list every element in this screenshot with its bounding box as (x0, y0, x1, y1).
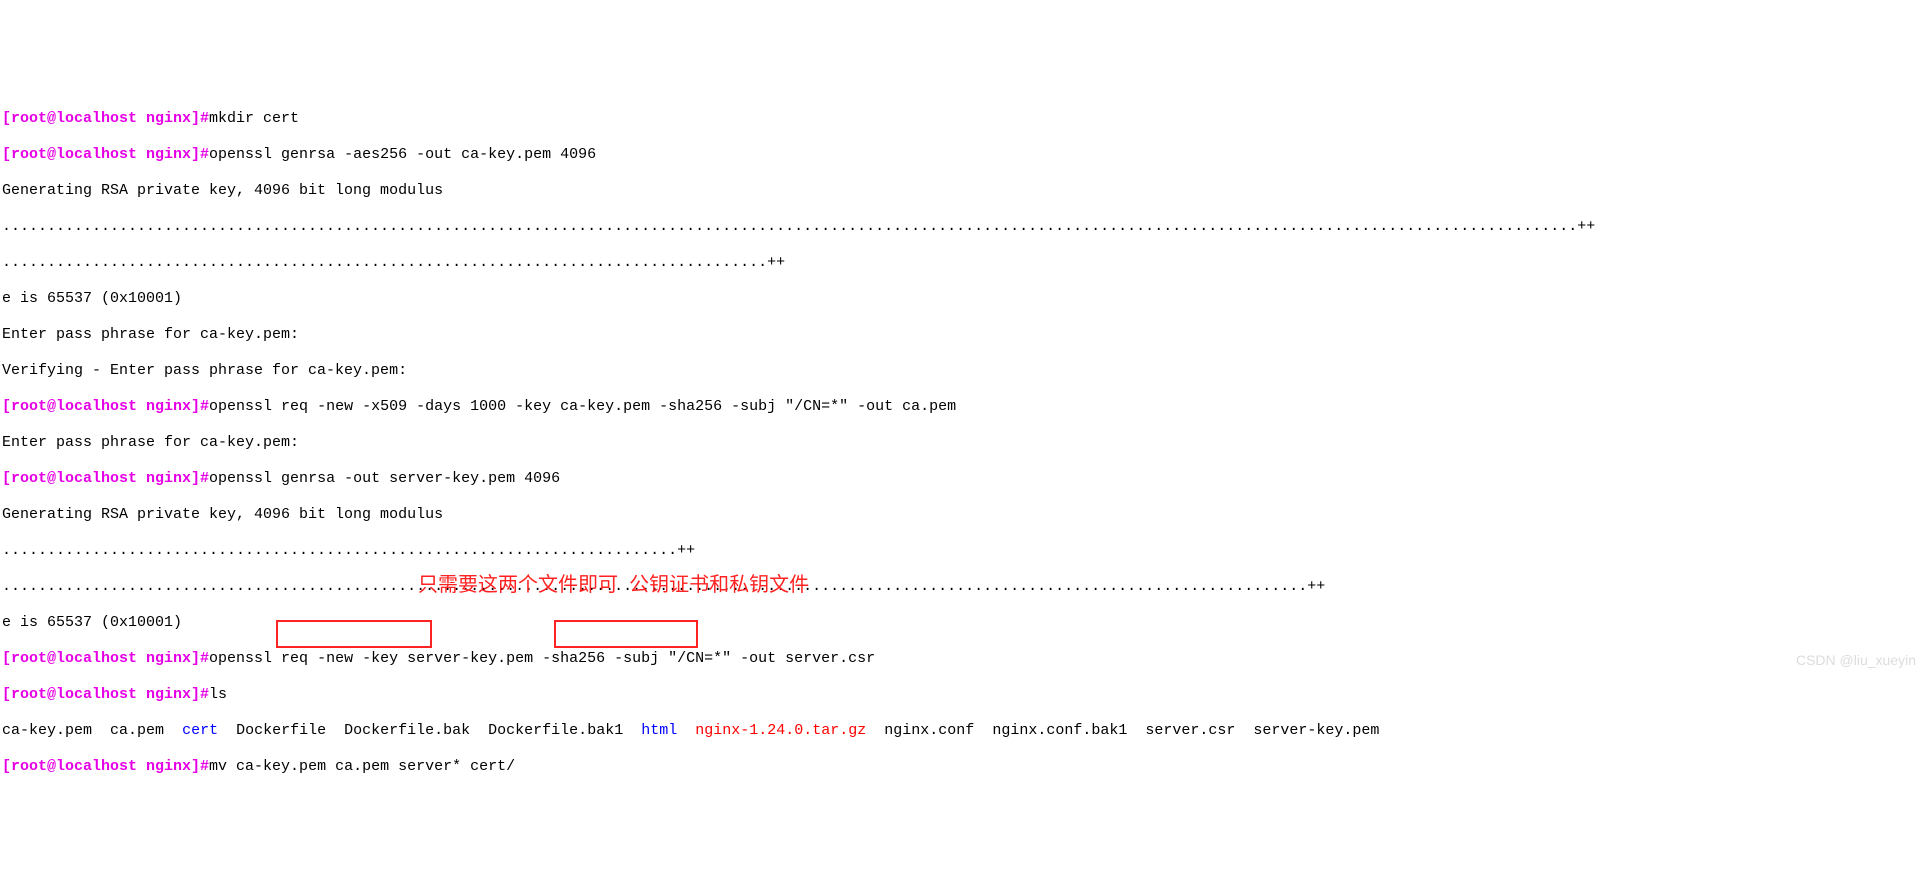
directory: html (641, 722, 677, 739)
command-text: openssl genrsa -aes256 -out ca-key.pem 4… (209, 146, 596, 163)
file: Dockerfile.bak1 (488, 722, 623, 739)
output-line: e is 65537 (0x10001) (2, 290, 1928, 308)
terminal-screenshot: [root@localhost nginx]#mkdir cert [root@… (0, 90, 1930, 784)
shell-prompt: [root@localhost nginx]# (2, 146, 209, 163)
terminal-line: [root@localhost nginx]#openssl genrsa -o… (2, 470, 1928, 488)
shell-prompt: [root@localhost nginx]# (2, 686, 209, 703)
output-line: ........................................… (2, 218, 1928, 236)
shell-prompt: [root@localhost nginx]# (2, 470, 209, 487)
file: server.csr (1145, 722, 1235, 739)
output-line: Verifying - Enter pass phrase for ca-key… (2, 362, 1928, 380)
file: server-key.pem (1253, 722, 1379, 739)
shell-prompt: [root@localhost nginx]# (2, 398, 209, 415)
command-text: mv ca-key.pem ca.pem server* cert/ (209, 758, 515, 775)
archive: nginx-1.24.0.tar.gz (695, 722, 866, 739)
command-text: mkdir cert (209, 110, 299, 127)
output-line: ........................................… (2, 542, 1928, 560)
terminal-line: [root@localhost nginx]#openssl genrsa -a… (2, 146, 1928, 164)
file: nginx.conf (884, 722, 974, 739)
terminal-line: [root@localhost nginx]#openssl req -new … (2, 650, 1928, 668)
watermark: CSDN @liu_xueyin (1796, 651, 1916, 669)
file: ca.pem (110, 722, 164, 739)
command-text: ls (209, 686, 227, 703)
output-line: Enter pass phrase for ca-key.pem: (2, 434, 1928, 452)
file: Dockerfile.bak (344, 722, 470, 739)
output-line: ........................................… (2, 254, 1928, 272)
annotation-text: 只需要这两个文件即可 公钥证书和私钥文件 (418, 576, 809, 594)
file: nginx.conf.bak1 (992, 722, 1127, 739)
output-line: e is 65537 (0x10001) (2, 614, 1928, 632)
terminal-line: [root@localhost nginx]#mv ca-key.pem ca.… (2, 758, 1928, 776)
output-line: Generating RSA private key, 4096 bit lon… (2, 506, 1928, 524)
command-text: openssl genrsa -out server-key.pem 4096 (209, 470, 560, 487)
terminal-line: [root@localhost nginx]#ls (2, 686, 1928, 704)
command-text: openssl req -new -x509 -days 1000 -key c… (209, 398, 956, 415)
output-line: ........................................… (2, 578, 1928, 596)
output-line: Enter pass phrase for ca-key.pem: (2, 326, 1928, 344)
shell-prompt: [root@localhost nginx]# (2, 758, 209, 775)
command-text: openssl req -new -key server-key.pem -sh… (209, 650, 875, 667)
ls-output: ca-key.pem ca.pem cert Dockerfile Docker… (2, 722, 1928, 740)
shell-prompt: [root@localhost nginx]# (2, 110, 209, 127)
shell-prompt: [root@localhost nginx]# (2, 650, 209, 667)
terminal-line: [root@localhost nginx]#openssl req -new … (2, 398, 1928, 416)
file: ca-key.pem (2, 722, 92, 739)
terminal-line: [root@localhost nginx]#mkdir cert (2, 110, 1928, 128)
file: Dockerfile (236, 722, 326, 739)
directory: cert (182, 722, 218, 739)
output-line: Generating RSA private key, 4096 bit lon… (2, 182, 1928, 200)
